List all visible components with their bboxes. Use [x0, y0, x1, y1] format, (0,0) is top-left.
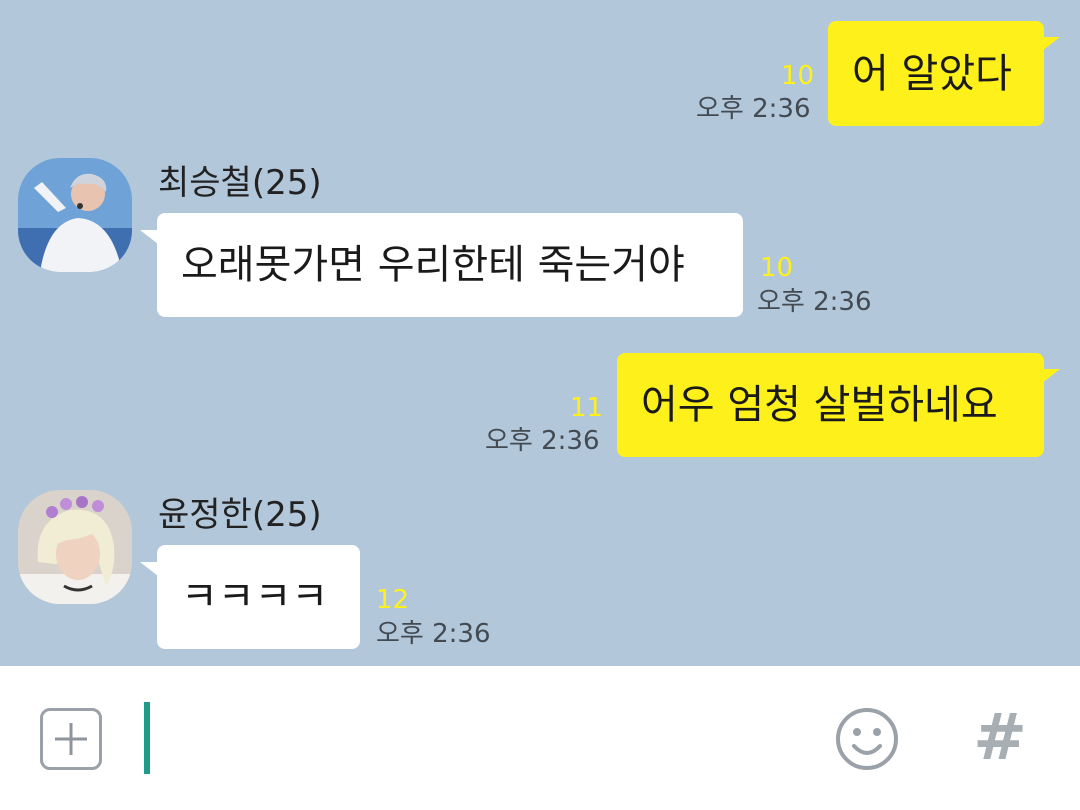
my-message-bubble[interactable]: 어우 엄청 살벌하네요 [617, 353, 1044, 457]
my-message-bubble[interactable]: 어 알았다 [828, 21, 1044, 126]
message-time: 오후 2:36 [757, 287, 872, 317]
unread-count: 11 [570, 393, 604, 423]
emoticon-button[interactable] [834, 706, 900, 772]
sender-name: 윤정한(25) [158, 495, 322, 535]
sender-name: 최승철(25) [158, 163, 322, 203]
their-message-bubble[interactable]: ㅋㅋㅋㅋ [157, 545, 360, 649]
bubble-tail [1042, 37, 1060, 51]
message-text: 어우 엄청 살벌하네요 [641, 382, 998, 428]
message-time: 오후 2:36 [376, 619, 491, 649]
message-text: ㅋㅋㅋㅋ [181, 574, 329, 620]
bubble-tail [140, 230, 158, 244]
avatar[interactable] [18, 490, 132, 604]
smiley-icon [836, 708, 898, 770]
chat-area[interactable]: 10 오후 2:36 어 알았다 최승철(25) 오래못가면 우리한테 죽는거야… [0, 0, 1080, 666]
message-text: 어 알았다 [852, 50, 1012, 97]
message-time: 오후 2:36 [696, 94, 811, 124]
message-time: 오후 2:36 [485, 426, 600, 456]
attach-button[interactable] [40, 708, 102, 770]
message-text: 오래못가면 우리한테 죽는거야 [181, 242, 685, 288]
their-message-bubble[interactable]: 오래못가면 우리한테 죽는거야 [157, 213, 743, 317]
hashtag-search-button[interactable]: # [970, 700, 1030, 776]
avatar[interactable] [18, 158, 132, 272]
message-input-bar: # [0, 666, 1080, 810]
bubble-tail [1042, 369, 1060, 383]
unread-count: 10 [781, 61, 815, 91]
message-input-field[interactable] [144, 702, 150, 774]
unread-count: 10 [760, 253, 794, 283]
unread-count: 12 [376, 585, 410, 615]
plus-icon [55, 723, 87, 755]
bubble-tail [140, 562, 158, 576]
